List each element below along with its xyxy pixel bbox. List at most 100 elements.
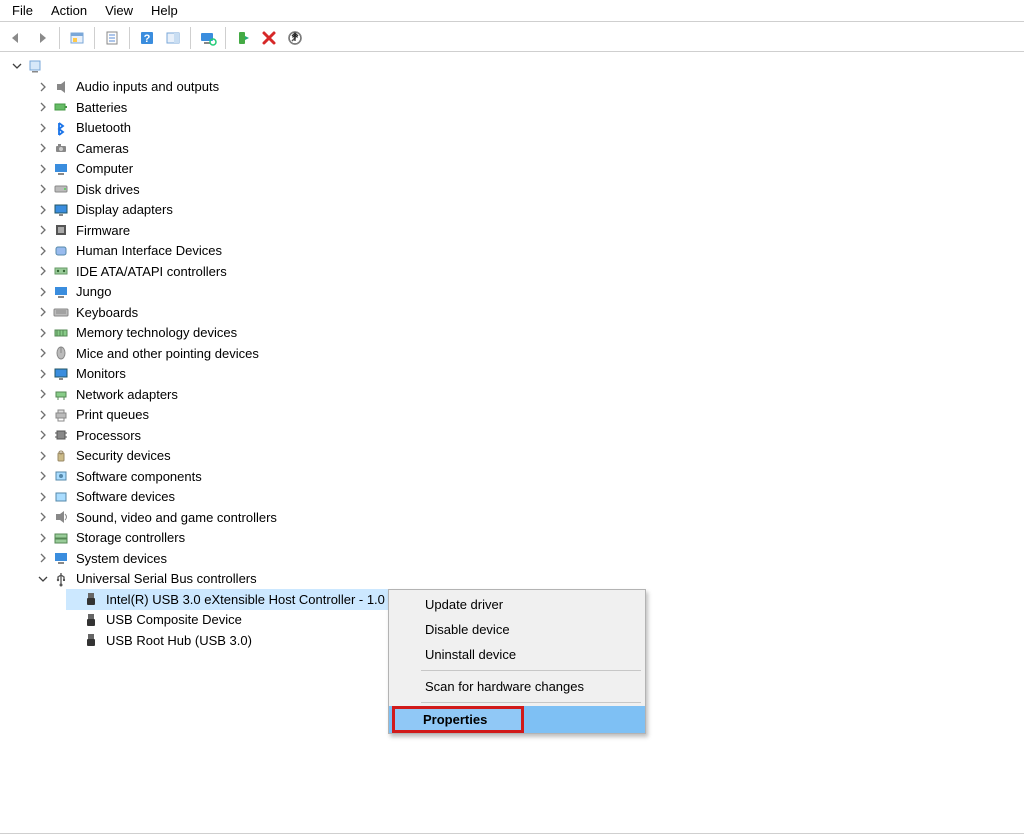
scan-hardware-button[interactable] — [196, 26, 220, 50]
tree-category[interactable]: Storage controllers — [6, 528, 1024, 549]
expander-icon[interactable] — [36, 326, 50, 340]
tree-category-label: Security devices — [74, 447, 173, 464]
toolbar-separator — [94, 27, 95, 49]
device-tree[interactable]: Audio inputs and outputs Batteries Bluetoo… — [0, 52, 1024, 651]
ctx-separator — [421, 670, 641, 671]
ctx-separator — [421, 702, 641, 703]
tree-category-label: Display adapters — [74, 201, 175, 218]
device-tree-panel: Audio inputs and outputs Batteries Bluetoo… — [0, 52, 1024, 834]
tree-category[interactable]: Jungo — [6, 282, 1024, 303]
tree-category[interactable]: IDE ATA/ATAPI controllers — [6, 261, 1024, 282]
menu-action[interactable]: Action — [43, 1, 97, 20]
tree-category[interactable]: Universal Serial Bus controllers — [6, 569, 1024, 590]
tree-category[interactable]: Software components — [6, 466, 1024, 487]
expander-icon[interactable] — [36, 408, 50, 422]
security-icon — [52, 448, 70, 464]
expander-icon[interactable] — [36, 203, 50, 217]
expander-icon[interactable] — [36, 531, 50, 545]
toolbar: ? — [0, 22, 1024, 52]
expander-icon[interactable] — [36, 305, 50, 319]
tree-category-label: Mice and other pointing devices — [74, 345, 261, 362]
ctx-uninstall-device[interactable]: Uninstall device — [391, 642, 643, 667]
tree-category[interactable]: Display adapters — [6, 200, 1024, 221]
tree-category[interactable]: Audio inputs and outputs — [6, 77, 1024, 98]
expander-icon[interactable] — [36, 469, 50, 483]
tree-category[interactable]: Network adapters — [6, 384, 1024, 405]
menu-help[interactable]: Help — [143, 1, 188, 20]
tree-category-label: Computer — [74, 160, 135, 177]
tree-category[interactable]: Computer — [6, 159, 1024, 180]
expander-icon[interactable] — [36, 141, 50, 155]
tree-category[interactable]: Software devices — [6, 487, 1024, 508]
action-pane-button[interactable] — [161, 26, 185, 50]
tree-category[interactable]: Human Interface Devices — [6, 241, 1024, 262]
enable-device-button[interactable] — [231, 26, 255, 50]
expander-icon[interactable] — [36, 572, 50, 586]
memory-icon — [52, 325, 70, 341]
expander-icon[interactable] — [36, 100, 50, 114]
tree-category[interactable]: Security devices — [6, 446, 1024, 467]
tree-device-label: USB Composite Device — [104, 611, 244, 628]
tree-category-label: Storage controllers — [74, 529, 187, 546]
update-driver-button[interactable] — [283, 26, 307, 50]
expander-icon[interactable] — [36, 121, 50, 135]
usb-device-icon — [82, 612, 100, 628]
expander-icon[interactable] — [36, 80, 50, 94]
disable-device-button[interactable] — [257, 26, 281, 50]
expander-icon[interactable] — [36, 551, 50, 565]
hid-icon — [52, 243, 70, 259]
back-button[interactable] — [4, 26, 28, 50]
tree-category[interactable]: Batteries — [6, 97, 1024, 118]
expander-icon[interactable] — [36, 264, 50, 278]
tree-category-label: IDE ATA/ATAPI controllers — [74, 263, 229, 280]
tree-category-label: Batteries — [74, 99, 129, 116]
menu-view[interactable]: View — [97, 1, 143, 20]
tree-category[interactable]: Cameras — [6, 138, 1024, 159]
tree-category[interactable]: Firmware — [6, 220, 1024, 241]
help-button[interactable]: ? — [135, 26, 159, 50]
tree-category-label: Monitors — [74, 365, 128, 382]
expander-icon[interactable] — [36, 428, 50, 442]
expander-icon[interactable] — [36, 387, 50, 401]
expander-icon[interactable] — [36, 285, 50, 299]
tree-category[interactable]: Bluetooth — [6, 118, 1024, 139]
properties-button[interactable] — [100, 26, 124, 50]
show-hide-tree-button[interactable] — [65, 26, 89, 50]
forward-button[interactable] — [30, 26, 54, 50]
ctx-properties[interactable]: Properties — [393, 707, 523, 732]
expander-icon[interactable] — [36, 182, 50, 196]
ctx-update-driver[interactable]: Update driver — [391, 592, 643, 617]
expander-icon[interactable] — [36, 223, 50, 237]
expander-icon[interactable] — [36, 510, 50, 524]
tree-category[interactable]: System devices — [6, 548, 1024, 569]
expander-icon[interactable] — [36, 490, 50, 504]
tree-category[interactable]: Keyboards — [6, 302, 1024, 323]
tree-category[interactable]: Sound, video and game controllers — [6, 507, 1024, 528]
expander-placeholder — [66, 613, 80, 627]
tree-category[interactable]: Memory technology devices — [6, 323, 1024, 344]
tree-category[interactable]: Processors — [6, 425, 1024, 446]
expander-icon[interactable] — [36, 449, 50, 463]
tree-category[interactable]: Mice and other pointing devices — [6, 343, 1024, 364]
context-menu: Update driver Disable device Uninstall d… — [388, 589, 646, 734]
menu-file[interactable]: File — [4, 1, 43, 20]
expander-icon[interactable] — [36, 244, 50, 258]
display-icon — [52, 202, 70, 218]
tree-root[interactable] — [6, 56, 1024, 77]
expander-icon[interactable] — [36, 346, 50, 360]
bluetooth-icon — [52, 120, 70, 136]
expander-icon[interactable] — [36, 367, 50, 381]
tree-category[interactable]: Monitors — [6, 364, 1024, 385]
disk-icon — [52, 181, 70, 197]
tree-category[interactable]: Disk drives — [6, 179, 1024, 200]
expander-icon[interactable] — [10, 59, 24, 73]
ctx-scan-hardware[interactable]: Scan for hardware changes — [391, 674, 643, 699]
tree-category-label: Audio inputs and outputs — [74, 78, 221, 95]
tree-category-label: Print queues — [74, 406, 151, 423]
tree-category-label: Memory technology devices — [74, 324, 239, 341]
tree-category[interactable]: Print queues — [6, 405, 1024, 426]
expander-icon[interactable] — [36, 162, 50, 176]
firmware-icon — [52, 222, 70, 238]
ctx-disable-device[interactable]: Disable device — [391, 617, 643, 642]
tree-category-label: Software components — [74, 468, 204, 485]
